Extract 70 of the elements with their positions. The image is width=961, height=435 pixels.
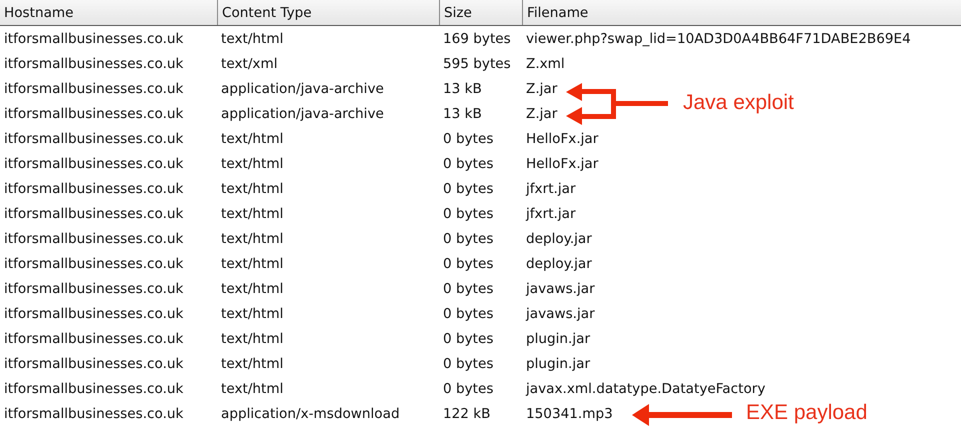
table-cell: HelloFx.jar <box>526 156 598 172</box>
table-cell: 0 bytes <box>443 356 494 372</box>
table-cell: itforsmallbusinesses.co.uk <box>4 106 184 122</box>
table-cell: 150341.mp3 <box>526 406 613 422</box>
table-cell: text/html <box>221 156 284 172</box>
table-cell: Z.jar <box>526 80 558 96</box>
table-cell: 13 kB <box>443 80 482 96</box>
table-cell: plugin.jar <box>526 356 590 372</box>
table-cell: itforsmallbusinesses.co.uk <box>4 406 184 422</box>
table-cell: 0 bytes <box>443 380 494 396</box>
table-cell: viewer.php?swap_lid=10AD3D0A4BB64F71DABE2B69E4 <box>526 30 911 46</box>
column-header[interactable]: Size <box>439 0 522 25</box>
table-cell: 595 bytes <box>443 56 511 72</box>
table-cell: itforsmallbusinesses.co.uk <box>4 180 184 196</box>
table-cell: text/html <box>221 230 284 246</box>
table-cell: 0 bytes <box>443 206 494 222</box>
column-header[interactable]: Content Type <box>217 0 439 25</box>
table-cell: jfxrt.jar <box>526 180 576 196</box>
table-cell: application/java-archive <box>221 80 384 96</box>
table-cell: itforsmallbusinesses.co.uk <box>4 380 184 396</box>
table-cell: itforsmallbusinesses.co.uk <box>4 206 184 222</box>
table-cell: text/html <box>221 130 284 146</box>
table-cell: itforsmallbusinesses.co.uk <box>4 230 184 246</box>
table-cell: 0 bytes <box>443 306 494 322</box>
table-cell: 0 bytes <box>443 230 494 246</box>
table-cell: text/html <box>221 206 284 222</box>
table-cell: itforsmallbusinesses.co.uk <box>4 356 184 372</box>
table-cell: plugin.jar <box>526 330 590 346</box>
table-cell: itforsmallbusinesses.co.uk <box>4 30 184 46</box>
table-cell: 169 bytes <box>443 30 511 46</box>
table-cell: Z.jar <box>526 106 558 122</box>
table-cell: 0 bytes <box>443 280 494 296</box>
table-cell: 0 bytes <box>443 330 494 346</box>
table-cell: javaws.jar <box>526 280 595 296</box>
table-cell: itforsmallbusinesses.co.uk <box>4 80 184 96</box>
table-cell: text/html <box>221 256 284 272</box>
table-cell: itforsmallbusinesses.co.uk <box>4 56 184 72</box>
table-cell: 0 bytes <box>443 156 494 172</box>
table-cell: text/html <box>221 180 284 196</box>
column-header[interactable]: Filename <box>522 0 961 25</box>
table-cell: jfxrt.jar <box>526 206 576 222</box>
table-cell: deploy.jar <box>526 256 592 272</box>
table-cell: application/java-archive <box>221 106 384 122</box>
table-cell: text/html <box>221 330 284 346</box>
table-cell: javaws.jar <box>526 306 595 322</box>
table-cell: text/xml <box>221 56 278 72</box>
table-cell: 0 bytes <box>443 130 494 146</box>
table-cell: itforsmallbusinesses.co.uk <box>4 306 184 322</box>
table-cell: itforsmallbusinesses.co.uk <box>4 330 184 346</box>
table-cell: itforsmallbusinesses.co.uk <box>4 256 184 272</box>
table-cell: 0 bytes <box>443 180 494 196</box>
table-cell: javax.xml.datatype.DatatyeFactory <box>526 380 766 396</box>
table-cell: itforsmallbusinesses.co.uk <box>4 280 184 296</box>
table-cell: 0 bytes <box>443 256 494 272</box>
table-cell: Z.xml <box>526 56 565 72</box>
table-cell: 122 kB <box>443 406 490 422</box>
annotation-label: Java exploit <box>683 91 794 115</box>
table-cell: application/x-msdownload <box>221 406 400 422</box>
table-cell: text/html <box>221 30 284 46</box>
table-cell: text/html <box>221 306 284 322</box>
table-cell: itforsmallbusinesses.co.uk <box>4 156 184 172</box>
table-cell: deploy.jar <box>526 230 592 246</box>
table-cell: text/html <box>221 280 284 296</box>
table-cell: itforsmallbusinesses.co.uk <box>4 130 184 146</box>
table-cell: 13 kB <box>443 106 482 122</box>
column-header[interactable]: Hostname <box>0 0 217 25</box>
table-cell: HelloFx.jar <box>526 130 598 146</box>
annotation-label: EXE payload <box>746 401 868 425</box>
table-cell: text/html <box>221 380 284 396</box>
table-cell: text/html <box>221 356 284 372</box>
